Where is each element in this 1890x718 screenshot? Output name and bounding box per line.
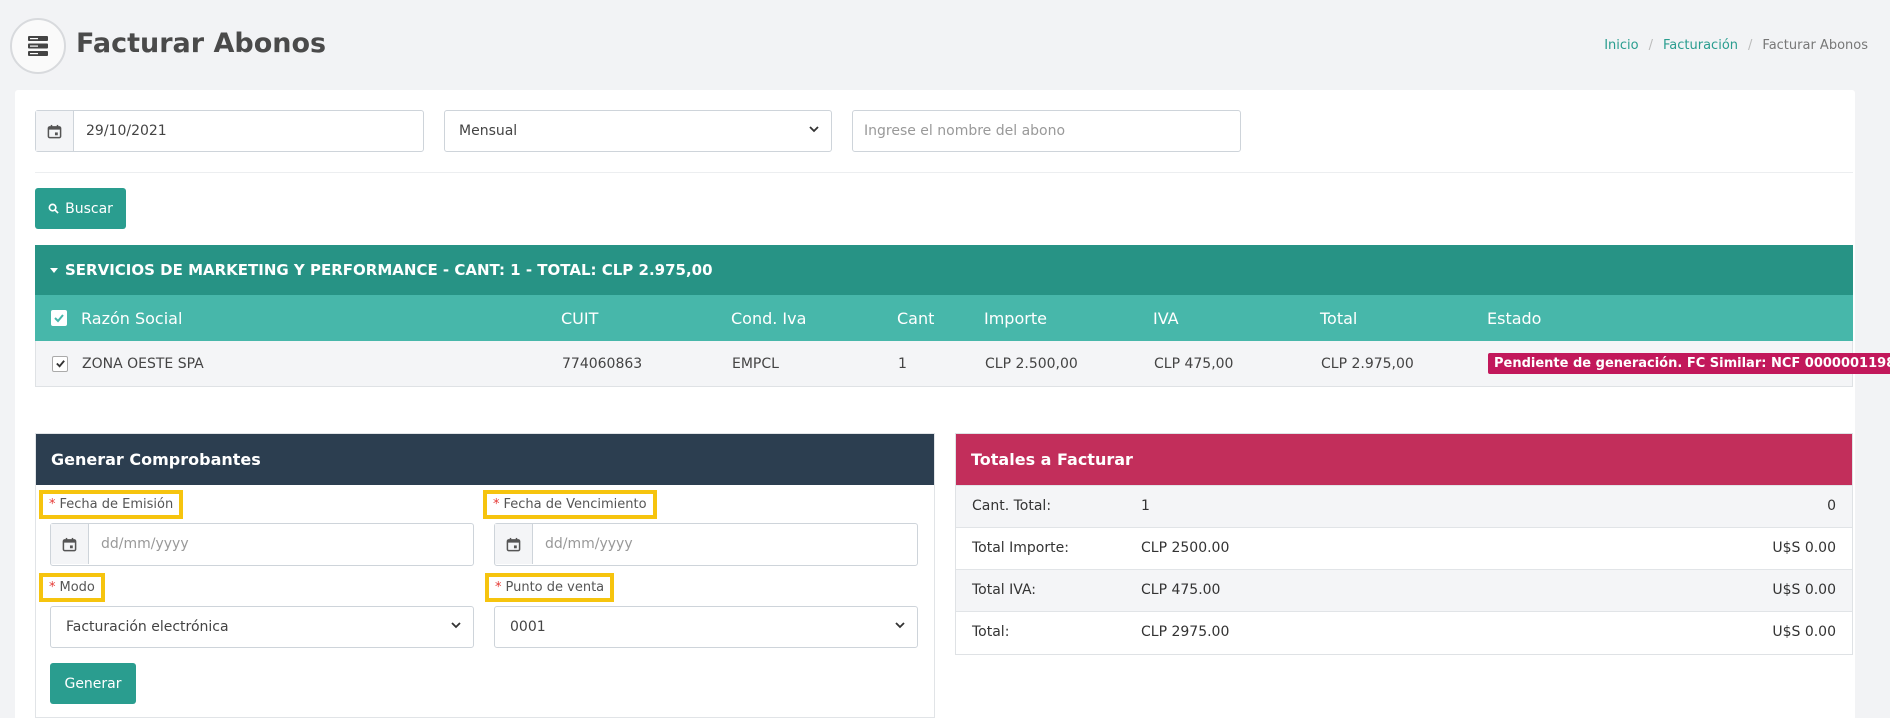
page-title: Facturar Abonos xyxy=(76,28,327,59)
col-estado[interactable]: Estado xyxy=(1487,295,1541,341)
punto-venta-label: * Punto de venta xyxy=(485,573,615,602)
totales-row-label: Total IVA: xyxy=(972,582,1037,598)
totales-row-usd: U$S 0.00 xyxy=(1772,540,1836,556)
group-header[interactable]: SERVICIOS DE MARKETING Y PERFORMANCE - C… xyxy=(35,245,1853,295)
breadcrumb-separator: / xyxy=(1648,38,1654,53)
page-header: Facturar Abonos Inicio / Facturación / F… xyxy=(0,0,1890,90)
calendar-icon[interactable] xyxy=(495,524,533,564)
table-header: Razón Social CUIT Cond. Iva Cant Importe… xyxy=(35,295,1853,341)
totales-row: Cant. Total: 1 0 xyxy=(956,485,1852,527)
col-cond-iva[interactable]: Cond. Iva xyxy=(731,295,806,341)
breadcrumb: Inicio / Facturación / Facturar Abonos xyxy=(1604,38,1868,53)
generar-panel-title: Generar Comprobantes xyxy=(36,434,934,485)
fecha-emision-placeholder: dd/mm/yyyy xyxy=(101,536,189,552)
row-checkbox[interactable] xyxy=(52,355,68,372)
generar-button-label: Generar xyxy=(64,675,122,692)
chevron-down-icon xyxy=(807,122,821,140)
cell-importe: CLP 2.500,00 xyxy=(985,355,1078,372)
breadcrumb-current: Facturar Abonos xyxy=(1762,38,1868,53)
totales-row-label: Total Importe: xyxy=(972,540,1069,556)
col-iva[interactable]: IVA xyxy=(1153,295,1179,341)
punto-venta-select[interactable]: 0001 xyxy=(494,606,918,648)
breadcrumb-inicio[interactable]: Inicio xyxy=(1604,38,1638,53)
table-row: ZONA OESTE SPA 774060863 EMPCL 1 CLP 2.5… xyxy=(35,341,1890,387)
col-cant[interactable]: Cant xyxy=(897,295,934,341)
cell-cond-iva: EMPCL xyxy=(732,355,779,372)
punto-venta-select-value: 0001 xyxy=(510,619,546,635)
totales-row-clp: 1 xyxy=(1141,498,1150,514)
caret-down-icon xyxy=(50,268,58,273)
totales-row-label: Total: xyxy=(972,624,1010,640)
cell-razon-social: ZONA OESTE SPA xyxy=(82,355,204,372)
server-icon xyxy=(10,18,66,74)
cell-iva: CLP 475,00 xyxy=(1154,355,1234,372)
modo-select-value: Facturación electrónica xyxy=(66,619,229,635)
generar-button[interactable]: Generar xyxy=(50,663,136,704)
divider xyxy=(35,172,1853,173)
status-badge: Pendiente de generación. FC Similar: NCF… xyxy=(1488,353,1890,374)
modo-select[interactable]: Facturación electrónica xyxy=(50,606,474,648)
abono-name-placeholder: Ingrese el nombre del abono xyxy=(864,123,1066,139)
group-title: SERVICIOS DE MARKETING Y PERFORMANCE - C… xyxy=(65,261,713,279)
totales-row-clp: CLP 2500.00 xyxy=(1141,540,1230,556)
fecha-vencimiento-placeholder: dd/mm/yyyy xyxy=(545,536,633,552)
search-button[interactable]: Buscar xyxy=(35,188,126,229)
cell-cant: 1 xyxy=(898,355,907,372)
totales-row-usd: 0 xyxy=(1827,498,1836,514)
totales-panel: Totales a Facturar Cant. Total: 1 0 Tota… xyxy=(955,433,1853,655)
date-filter-input[interactable]: 29/10/2021 xyxy=(35,110,424,152)
fecha-emision-input[interactable]: dd/mm/yyyy xyxy=(50,523,474,566)
totales-row-clp: CLP 2975.00 xyxy=(1141,624,1230,640)
col-total[interactable]: Total xyxy=(1320,295,1357,341)
cell-cuit: 774060863 xyxy=(562,355,643,372)
date-filter-value: 29/10/2021 xyxy=(86,123,167,139)
period-select-value: Mensual xyxy=(459,123,518,139)
chevron-down-icon xyxy=(449,618,463,636)
calendar-icon[interactable] xyxy=(51,524,89,564)
period-select[interactable]: Mensual xyxy=(444,110,832,152)
chevron-down-icon xyxy=(893,618,907,636)
totales-row-usd: U$S 0.00 xyxy=(1772,624,1836,640)
cell-total: CLP 2.975,00 xyxy=(1321,355,1414,372)
breadcrumb-separator: / xyxy=(1748,38,1753,53)
col-importe[interactable]: Importe xyxy=(984,295,1047,341)
totales-row: Total: CLP 2975.00 U$S 0.00 xyxy=(956,611,1852,653)
fecha-vencimiento-input[interactable]: dd/mm/yyyy xyxy=(494,523,918,566)
col-cuit[interactable]: CUIT xyxy=(561,295,598,341)
totales-row-clp: CLP 475.00 xyxy=(1141,582,1221,598)
search-button-label: Buscar xyxy=(65,200,113,217)
modo-label: * Modo xyxy=(39,573,105,602)
fecha-vencimiento-label: * Fecha de Vencimiento xyxy=(483,490,657,519)
col-razon-social[interactable]: Razón Social xyxy=(81,295,182,341)
totales-row: Total IVA: CLP 475.00 U$S 0.00 xyxy=(956,569,1852,611)
breadcrumb-facturacion[interactable]: Facturación xyxy=(1663,38,1738,53)
calendar-icon[interactable] xyxy=(36,111,74,151)
search-icon xyxy=(48,203,59,214)
fecha-emision-label: * Fecha de Emisión xyxy=(39,490,184,519)
totales-row-usd: U$S 0.00 xyxy=(1772,582,1836,598)
totales-panel-title: Totales a Facturar xyxy=(956,434,1852,485)
abono-name-input[interactable]: Ingrese el nombre del abono xyxy=(852,110,1241,152)
totales-row-label: Cant. Total: xyxy=(972,498,1052,514)
totales-row: Total Importe: CLP 2500.00 U$S 0.00 xyxy=(956,527,1852,569)
select-all-checkbox[interactable] xyxy=(51,310,67,326)
